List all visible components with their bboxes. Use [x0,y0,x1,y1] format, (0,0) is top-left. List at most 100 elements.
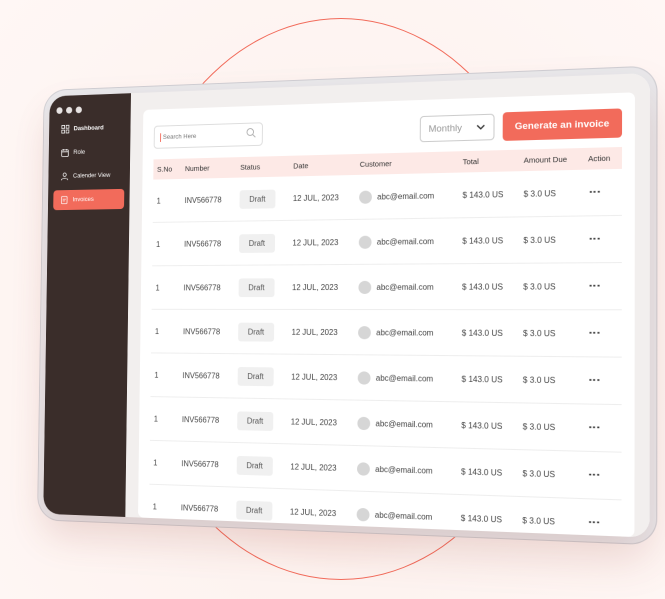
sidebar-item-invoices[interactable]: Invoices [53,188,125,211]
row-status: Draft [233,353,288,399]
row-sno: 1 [148,484,178,530]
row-status: Draft [235,176,290,222]
sidebar-item-calender-view[interactable]: Calender View [54,165,125,187]
row-sno: 1 [152,222,181,266]
status-badge: Draft [236,455,273,476]
avatar [358,370,371,385]
column-header: Number [184,163,210,174]
row-action: ⋮ [583,356,622,405]
row-date: 12 JUL, 2023 [288,174,356,221]
row-sno: 1 [152,178,182,223]
avatar [357,461,371,476]
column-header: Date [293,161,309,171]
row-amount-due: $ 3.0 US [518,402,584,452]
row-number: INV566778 [178,353,235,399]
more-vertical-icon[interactable]: ⋮ [588,233,602,244]
more-vertical-icon[interactable]: ⋮ [587,516,601,527]
customer-email: abc@email.com [377,190,435,202]
customer-cell: abc@email.com [356,507,453,524]
row-date: 12 JUL, 2023 [287,309,355,355]
more-vertical-icon[interactable]: ⋮ [588,374,602,385]
row-sno: 1 [149,440,178,486]
avatar [357,416,371,430]
status-badge: Draft [237,410,273,431]
period-select-value: Monthly [428,122,462,135]
row-customer: abc@email.com [354,263,459,310]
row-customer: abc@email.com [353,400,458,449]
toolbar: Monthly Generate an invoice [153,107,623,151]
customer-cell: abc@email.com [358,325,453,340]
avatar [356,507,370,522]
more-vertical-icon[interactable]: ⋮ [588,327,602,338]
column-header: Customer [359,159,392,169]
customer-email: abc@email.com [375,373,434,384]
customer-email: abc@email.com [376,327,434,338]
row-total: $ 143.0 US [456,494,519,538]
row-sno: 1 [151,309,180,354]
row-amount-due: $ 3.0 US [518,262,584,310]
row-total: $ 143.0 US [457,263,520,310]
row-total: $ 143.0 US [457,401,519,450]
row-customer: abc@email.com [354,309,458,356]
status-badge: Draft [239,189,276,209]
table-row[interactable]: 1 INV566778 Draft 12 JUL, 2023 abc@email.com… [151,262,622,310]
status-badge: Draft [236,500,272,521]
grid-icon [61,125,69,134]
column-header: Amount Due [523,154,568,165]
sidebar-item-dashboard[interactable]: Dashboard [54,117,125,139]
column-header: Status [240,162,261,172]
status-badge: Draft [237,366,274,386]
customer-cell: abc@email.com [358,280,454,294]
row-date: 12 JUL, 2023 [288,219,356,265]
row-number: INV566778 [180,221,236,266]
invoice-table: S.No Number Status Date Customer Total A… [148,146,623,538]
period-select[interactable]: Monthly [419,113,495,143]
more-vertical-icon[interactable]: ⋮ [588,186,602,197]
avatar [358,280,372,294]
customer-cell: abc@email.com [357,416,454,431]
column-header: Total [462,156,479,167]
chevron-down-icon [476,122,485,133]
row-amount-due: $ 3.0 US [518,309,584,357]
search-icon[interactable] [246,125,257,143]
main-content: Monthly Generate an invoice S.No Number … [125,72,650,538]
status-badge: Draft [239,233,275,253]
row-number: INV566778 [177,397,234,443]
customer-cell: abc@email.com [359,234,454,249]
search-input[interactable] [160,130,246,142]
row-number: INV566778 [179,265,236,310]
row-amount-due: $ 3.0 US [518,356,584,404]
sidebar: Dashboard Role Calender View Invoices [43,93,131,517]
customer-cell: abc@email.com [358,370,453,385]
table-row[interactable]: 1 INV566778 Draft 12 JUL, 2023 abc@email.com… [152,215,622,266]
search-box [153,122,263,149]
row-total: $ 143.0 US [458,216,520,264]
customer-email: abc@email.com [375,464,433,476]
row-number: INV566778 [179,309,235,354]
more-vertical-icon[interactable]: ⋮ [588,421,602,432]
sidebar-item-role[interactable]: Role [54,141,125,163]
calendar-icon [61,148,69,157]
row-sno: 1 [149,396,179,442]
row-amount-due: $ 3.0 US [519,215,584,264]
row-status: Draft [234,309,289,355]
more-vertical-icon[interactable]: ⋮ [587,469,601,480]
table-row[interactable]: 1 INV566778 Draft 12 JUL, 2023 abc@email.com… [151,309,622,358]
row-action: ⋮ [582,498,622,538]
status-badge: Draft [238,322,274,342]
row-customer: abc@email.com [353,445,458,495]
invoice-panel: Monthly Generate an invoice S.No Number … [138,92,635,538]
row-status: Draft [235,220,289,266]
tablet-device: Dashboard Role Calender View Invoices Se… [43,72,650,538]
customer-cell: abc@email.com [357,461,453,478]
app-window: Dashboard Role Calender View Invoices Se… [43,72,650,538]
row-status: Draft [233,398,288,444]
generate-invoice-button[interactable]: Generate an invoice [502,108,623,141]
more-vertical-icon[interactable]: ⋮ [588,280,602,290]
row-customer: abc@email.com [355,217,459,265]
sidebar-item-label: Dashboard [73,124,104,133]
users-icon [61,172,69,181]
avatar [358,325,372,339]
row-total: $ 143.0 US [457,309,519,357]
customer-cell: abc@email.com [359,188,454,204]
